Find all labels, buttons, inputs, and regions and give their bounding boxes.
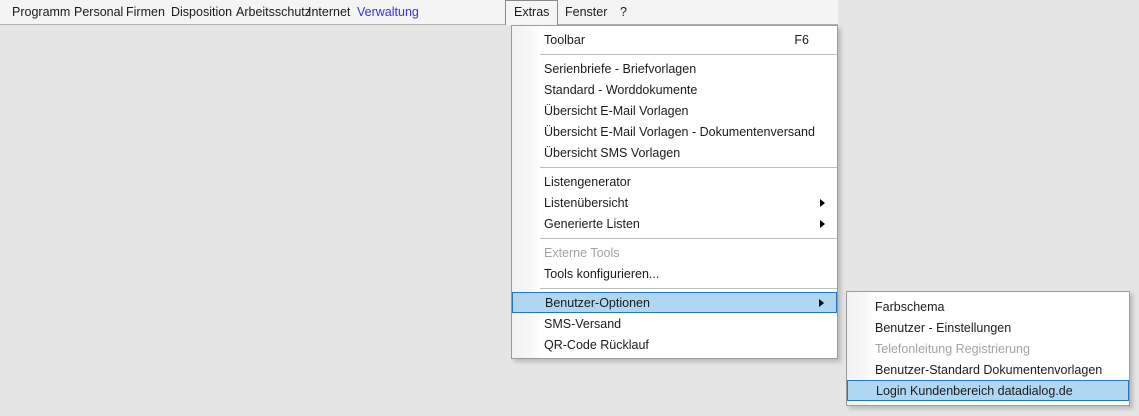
submenu-arrow-icon: [820, 199, 825, 207]
menu-item-label: Toolbar: [544, 33, 794, 47]
menubar-item-help[interactable]: ?: [620, 0, 627, 24]
menu-item-label: Listenübersicht: [544, 196, 814, 210]
submenu-item-login-kundenbereich-datadialog[interactable]: Login Kundenbereich datadialog.de: [847, 380, 1129, 401]
menubar-item-disposition[interactable]: Disposition: [171, 0, 232, 24]
menu-item-label: Login Kundenbereich datadialog.de: [876, 384, 1118, 398]
menu-item-label: Übersicht SMS Vorlagen: [544, 146, 827, 160]
application-window: { "colors": { "app_background": "#e5e5e5…: [0, 0, 1139, 416]
menubar-item-personal[interactable]: Personal: [74, 0, 123, 24]
menubar-item-internet[interactable]: Internet: [308, 0, 350, 24]
menu-separator: [540, 288, 837, 289]
menubar-item-arbeitsschutz[interactable]: Arbeitsschutz: [236, 0, 311, 24]
menu-item-label: SMS-Versand: [544, 317, 827, 331]
menu-item-benutzer-optionen[interactable]: Benutzer-Optionen: [512, 292, 837, 313]
menu-item-standard-worddokumente[interactable]: Standard - Worddokumente: [512, 79, 837, 100]
menu-item-uebersicht-email-vorlagen[interactable]: Übersicht E-Mail Vorlagen: [512, 100, 837, 121]
menubar-item-verwaltung[interactable]: Verwaltung: [357, 0, 419, 24]
submenu-arrow-icon: [820, 220, 825, 228]
benutzer-optionen-submenu: Farbschema Benutzer - Einstellungen Tele…: [846, 291, 1130, 406]
submenu-item-benutzer-standard-dokumentenvorlagen[interactable]: Benutzer-Standard Dokumentenvorlagen: [847, 359, 1129, 380]
menubar-item-extras[interactable]: Extras: [505, 0, 558, 25]
menu-item-externe-tools: Externe Tools: [512, 242, 837, 263]
menu-item-label: Benutzer-Standard Dokumentenvorlagen: [875, 363, 1119, 377]
menu-item-label: Telefonleitung Registrierung: [875, 342, 1119, 356]
menu-item-label: Standard - Worddokumente: [544, 83, 827, 97]
menu-item-shortcut: F6: [794, 33, 809, 47]
menu-separator: [540, 54, 837, 55]
menu-item-label: Generierte Listen: [544, 217, 814, 231]
menu-item-generierte-listen[interactable]: Generierte Listen: [512, 213, 837, 234]
menu-item-label: Farbschema: [875, 300, 1119, 314]
menu-item-listengenerator[interactable]: Listengenerator: [512, 171, 837, 192]
menu-item-qr-code-ruecklauf[interactable]: QR-Code Rücklauf: [512, 334, 837, 355]
menu-item-label: Übersicht E-Mail Vorlagen: [544, 104, 827, 118]
menu-item-tools-konfigurieren[interactable]: Tools konfigurieren...: [512, 263, 837, 284]
submenu-item-benutzer-einstellungen[interactable]: Benutzer - Einstellungen: [847, 317, 1129, 338]
menu-item-uebersicht-sms-vorlagen[interactable]: Übersicht SMS Vorlagen: [512, 142, 837, 163]
menu-item-label: Benutzer-Optionen: [545, 296, 813, 310]
extras-dropdown-menu: Toolbar F6 Serienbriefe - Briefvorlagen …: [511, 25, 838, 359]
menubar-item-fenster[interactable]: Fenster: [565, 0, 607, 24]
menu-item-label: Benutzer - Einstellungen: [875, 321, 1119, 335]
menu-item-uebersicht-email-vorlagen-dokumentenversand[interactable]: Übersicht E-Mail Vorlagen - Dokumentenve…: [512, 121, 837, 142]
menubar-item-firmen[interactable]: Firmen: [126, 0, 165, 24]
menu-item-label: Übersicht E-Mail Vorlagen - Dokumentenve…: [544, 125, 827, 139]
menu-item-serienbriefe-briefvorlagen[interactable]: Serienbriefe - Briefvorlagen: [512, 58, 837, 79]
menubar: Programm Personal Firmen Disposition Arb…: [0, 0, 838, 25]
submenu-item-telefonleitung-registrierung: Telefonleitung Registrierung: [847, 338, 1129, 359]
menu-item-label: Listengenerator: [544, 175, 827, 189]
menu-separator: [540, 167, 837, 168]
menu-item-sms-versand[interactable]: SMS-Versand: [512, 313, 837, 334]
menu-item-label: Externe Tools: [544, 246, 827, 260]
menu-item-label: Tools konfigurieren...: [544, 267, 827, 281]
menu-item-toolbar[interactable]: Toolbar F6: [512, 29, 837, 50]
menu-item-label: Serienbriefe - Briefvorlagen: [544, 62, 827, 76]
menu-item-label: QR-Code Rücklauf: [544, 338, 827, 352]
menu-item-listenuebersicht[interactable]: Listenübersicht: [512, 192, 837, 213]
submenu-arrow-icon: [819, 299, 824, 307]
menubar-item-programm[interactable]: Programm: [12, 0, 70, 24]
submenu-item-farbschema[interactable]: Farbschema: [847, 296, 1129, 317]
menu-separator: [540, 238, 837, 239]
